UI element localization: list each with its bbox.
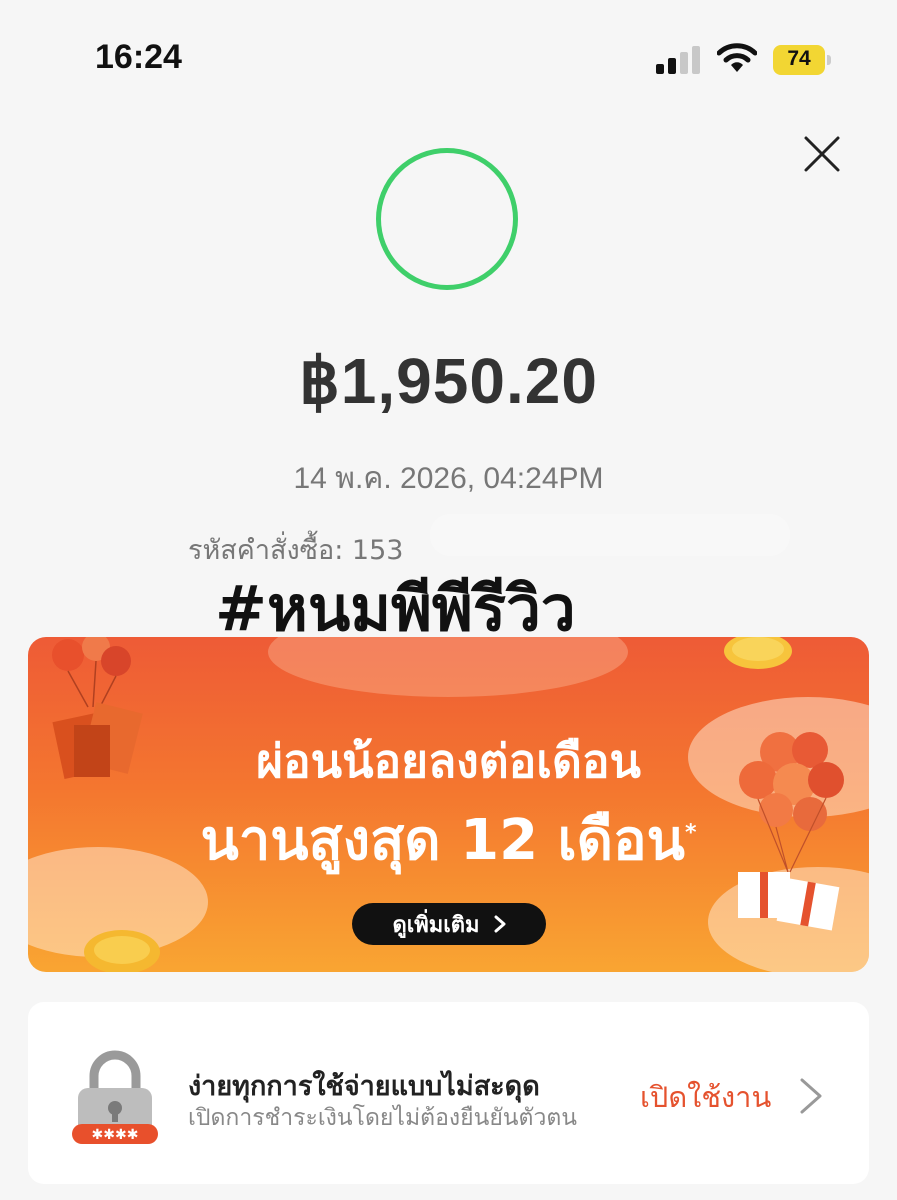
success-circle-icon (376, 148, 518, 290)
card-subtitle: เปิดการชำระเงินโดยไม่ต้องยืนยันตัวตน (188, 1105, 578, 1131)
lock-icon: ✱✱✱✱ (72, 1050, 158, 1144)
battery-icon: 74 (773, 45, 831, 75)
chevron-right-icon (494, 915, 506, 933)
payment-datetime: 14 พ.ค. 2026, 04:24PM (293, 462, 604, 495)
order-id-redaction (430, 514, 790, 556)
installment-promo-banner[interactable]: ผ่อนน้อยลงต่อเดือน นานสูงสุด 12 เดือน* ด… (28, 637, 869, 972)
payment-amount: ฿1,950.20 (299, 345, 598, 417)
banner-footnote-mark: * (684, 820, 697, 846)
banner-subheadline-text: นานสูงสุด 12 เดือน (200, 808, 685, 873)
status-bar: 16:24 74 (0, 0, 897, 110)
passwordless-payment-card[interactable]: ✱✱✱✱ ง่ายทุกการใช้จ่ายแบบไม่สะดุด เปิดกา… (28, 1002, 869, 1184)
battery-level: 74 (787, 47, 811, 70)
close-icon[interactable] (802, 134, 842, 174)
chevron-right-icon[interactable] (798, 1076, 824, 1116)
wifi-icon (716, 42, 758, 74)
svg-text:✱✱✱✱: ✱✱✱✱ (92, 1127, 139, 1143)
signal-icon (656, 44, 702, 74)
status-time: 16:24 (95, 38, 182, 76)
coin-icon (724, 637, 792, 669)
banner-headline: ผ่อนน้อยลงต่อเดือน (256, 734, 641, 788)
see-more-button[interactable]: ดูเพิ่มเติม (352, 903, 546, 945)
see-more-label: ดูเพิ่มเติม (392, 912, 480, 938)
coin-icon (84, 930, 160, 972)
enable-button[interactable]: เปิดใช้งาน (640, 1074, 771, 1120)
banner-subheadline: นานสูงสุด 12 เดือน* (28, 795, 869, 884)
